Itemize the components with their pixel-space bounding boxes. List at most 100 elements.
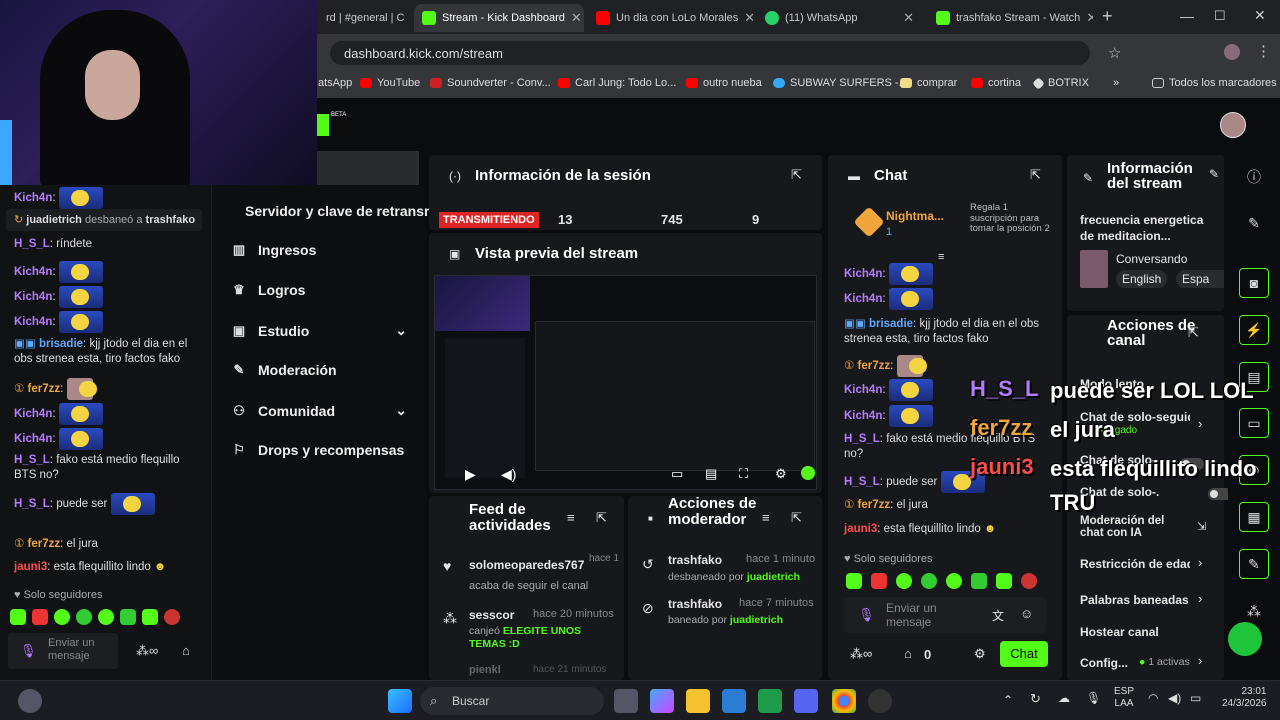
collapse-icon[interactable]: ≡ bbox=[938, 251, 944, 263]
bookmark-outro[interactable]: outro nueba bbox=[686, 77, 762, 89]
menu-icon[interactable]: ⋮ bbox=[1256, 42, 1271, 60]
emote-icon[interactable] bbox=[142, 609, 158, 625]
bookmark-carl-jung[interactable]: Carl Jung: Todo Lo... bbox=[558, 77, 676, 89]
mic-icon[interactable]: 🎙 bbox=[858, 607, 875, 623]
emote-icon[interactable] bbox=[120, 609, 136, 625]
star-icon[interactable]: ☆ bbox=[1108, 44, 1121, 62]
tab-whatsapp[interactable]: (11) WhatsApp ✕ bbox=[757, 4, 922, 32]
wifi-icon[interactable]: ◠ bbox=[1148, 691, 1158, 705]
emote-icon[interactable] bbox=[10, 609, 26, 625]
taskbar-search[interactable]: Buscar bbox=[420, 687, 604, 715]
cloud-icon[interactable]: ☁ bbox=[1058, 691, 1070, 705]
file-explorer-icon[interactable] bbox=[686, 689, 710, 713]
action-age-restriction[interactable]: Restricción de edad bbox=[1080, 557, 1190, 571]
volume-icon[interactable]: ◀) bbox=[501, 466, 516, 483]
tab-discord[interactable]: rd | #general | C✕ bbox=[318, 4, 410, 32]
emote-icon[interactable] bbox=[946, 573, 962, 589]
emote-icon[interactable] bbox=[1021, 573, 1037, 589]
chevron-right-icon[interactable]: › bbox=[1198, 591, 1202, 606]
minimize-button[interactable]: — bbox=[1180, 8, 1194, 24]
fullscreen-icon[interactable]: ⛶ bbox=[739, 466, 748, 482]
profile-avatar[interactable] bbox=[1224, 44, 1240, 60]
weather-icon[interactable] bbox=[18, 689, 42, 713]
emote-icon[interactable] bbox=[896, 573, 912, 589]
user-avatar[interactable] bbox=[1220, 112, 1246, 138]
emote-icon[interactable] bbox=[54, 609, 70, 625]
copilot-icon[interactable] bbox=[650, 689, 674, 713]
chat-bubble-icon[interactable]: ▭ bbox=[1239, 408, 1269, 438]
language-indicator[interactable]: ESP LAA bbox=[1114, 686, 1134, 710]
action-banned-words[interactable]: Palabras baneadas bbox=[1080, 593, 1189, 607]
url-field[interactable]: dashboard.kick.com/stream bbox=[330, 41, 1090, 65]
store-icon[interactable]: ⌂ bbox=[904, 646, 912, 661]
streamlabs-icon[interactable] bbox=[1228, 622, 1262, 656]
all-bookmarks[interactable]: Todos los marcadores bbox=[1152, 77, 1277, 89]
close-icon[interactable]: ✕ bbox=[571, 10, 582, 26]
play-icon[interactable]: ▶ bbox=[465, 466, 476, 483]
emote-icon[interactable] bbox=[871, 573, 887, 589]
maximize-button[interactable]: ☐ bbox=[1214, 8, 1226, 24]
bookmark-comprar[interactable]: comprar bbox=[900, 77, 957, 89]
lightning-icon[interactable]: ⚡ bbox=[1239, 315, 1269, 345]
chevron-right-icon[interactable]: › bbox=[1198, 416, 1202, 431]
popout-icon[interactable]: ⇱ bbox=[791, 167, 802, 183]
sync-icon[interactable]: ↻ bbox=[1030, 691, 1041, 707]
emoji-picker-icon[interactable]: ☺ bbox=[1020, 606, 1033, 621]
nav-drops[interactable]: ⚐ Drops y recompensas bbox=[232, 442, 404, 458]
edit-icon[interactable]: ✎ bbox=[1239, 208, 1269, 238]
emote-icon[interactable] bbox=[98, 609, 114, 625]
task-view-icon[interactable] bbox=[614, 689, 638, 713]
clip-icon[interactable]: ◙ bbox=[1239, 268, 1269, 298]
emote-bar[interactable] bbox=[10, 609, 200, 627]
chrome-icon[interactable] bbox=[832, 689, 856, 713]
close-window-button[interactable]: ✕ bbox=[1254, 7, 1266, 24]
nav-logros[interactable]: ♛ Logros bbox=[232, 282, 305, 298]
tab-kick-dashboard[interactable]: Stream - Kick Dashboard ✕ bbox=[414, 4, 584, 32]
bookmark-soundverter[interactable]: Soundverter - Conv... bbox=[430, 77, 551, 89]
clock[interactable]: 23:01 24/3/2026 bbox=[1222, 686, 1267, 710]
bookmark-whatsapp[interactable]: atsApp bbox=[318, 77, 352, 89]
pinned-user[interactable]: Nightma... bbox=[886, 209, 944, 223]
gift-sub-prompt[interactable]: Regala 1 suscripción para tomar la posic… bbox=[954, 202, 1054, 235]
nav-stream-key[interactable]: Servidor y clave de retransm bbox=[245, 203, 436, 219]
emote-icon[interactable] bbox=[921, 573, 937, 589]
emote-icon[interactable] bbox=[971, 573, 987, 589]
popout-icon[interactable]: ⇱ bbox=[1188, 325, 1199, 341]
tab-kick-watch[interactable]: trashfako Stream - Watch ✕ bbox=[928, 4, 1093, 32]
emote-icon[interactable] bbox=[164, 609, 180, 625]
bookmark-subway[interactable]: SUBWAY SURFERS -... bbox=[773, 77, 908, 89]
layout-icon[interactable]: ▦ bbox=[1239, 502, 1269, 532]
obs-icon[interactable] bbox=[868, 689, 892, 713]
more-bookmarks-icon[interactable]: » bbox=[1113, 77, 1119, 89]
kick-logo[interactable] bbox=[317, 114, 329, 136]
nav-comunidad[interactable]: ⚇ Comunidad ⌄ bbox=[232, 402, 407, 419]
translate-icon[interactable]: 文 bbox=[992, 607, 1004, 624]
emote-icon[interactable] bbox=[996, 573, 1012, 589]
filter-icon[interactable]: ≡ bbox=[762, 510, 770, 525]
action-ai-moderation[interactable]: Moderación del chat con IA bbox=[1080, 515, 1180, 539]
emote-bar[interactable] bbox=[846, 573, 1046, 591]
action-host-channel[interactable]: Hostear canal bbox=[1080, 625, 1159, 639]
clip-icon[interactable]: ▤ bbox=[705, 466, 717, 482]
popout-icon[interactable]: ⇱ bbox=[596, 510, 607, 526]
nav-estudio[interactable]: ▣ Estudio ⌄ bbox=[232, 322, 407, 339]
volume-icon[interactable]: ◀) bbox=[1168, 691, 1181, 705]
gear-icon[interactable]: ⚙ bbox=[974, 646, 986, 662]
popout-icon[interactable]: ⇱ bbox=[791, 510, 802, 526]
bookmark-cortina[interactable]: cortina bbox=[971, 77, 1021, 89]
close-icon[interactable]: ✕ bbox=[1086, 10, 1093, 26]
chevron-up-icon[interactable]: ⌃ bbox=[1003, 693, 1013, 707]
wrench-icon[interactable]: ✎ bbox=[1239, 549, 1269, 579]
edit-icon[interactable]: ✎ bbox=[1209, 167, 1219, 181]
gear-icon[interactable]: ⚙ bbox=[775, 466, 787, 482]
search-box[interactable] bbox=[317, 151, 419, 189]
windows-start-icon[interactable] bbox=[388, 689, 412, 713]
chevron-right-icon[interactable]: › bbox=[1198, 653, 1202, 668]
mic-icon[interactable]: 🎙 bbox=[1086, 691, 1101, 705]
excel-icon[interactable] bbox=[758, 689, 782, 713]
mic-icon[interactable]: 🎙 bbox=[20, 643, 37, 659]
discord-icon[interactable] bbox=[794, 689, 818, 713]
chat-send-button[interactable]: Chat bbox=[1000, 641, 1048, 667]
store-icon[interactable]: ⌂ bbox=[182, 643, 190, 658]
word-icon[interactable] bbox=[722, 689, 746, 713]
